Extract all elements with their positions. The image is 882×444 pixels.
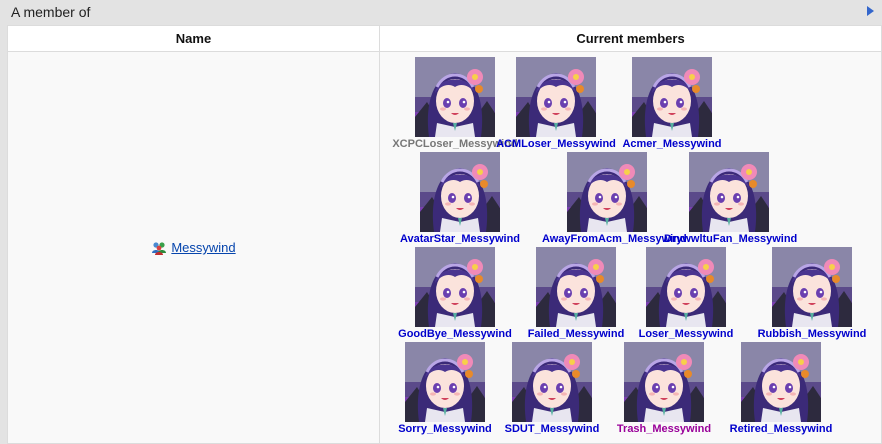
member-item: Loser_Messywind bbox=[621, 247, 751, 340]
member-avatar[interactable] bbox=[536, 247, 616, 327]
expand-arrow-icon[interactable] bbox=[864, 5, 876, 17]
column-header-current-members: Current members bbox=[379, 25, 882, 52]
member-avatar[interactable] bbox=[405, 342, 485, 422]
column-header-name: Name bbox=[7, 25, 380, 52]
member-name-link[interactable]: Rubbish_Messywind bbox=[747, 328, 877, 340]
member-item: DrywwltuFan_Messywind bbox=[664, 152, 797, 245]
member-item: Retired_Messywind bbox=[716, 342, 846, 435]
table-row: Messywind XCPCLoser_Messywind ACMLoser_Me… bbox=[7, 51, 882, 444]
panel-title: A member of bbox=[11, 4, 91, 20]
member-name-link[interactable]: AvatarStar_Messywind bbox=[395, 233, 525, 245]
member-avatar[interactable] bbox=[420, 152, 500, 232]
member-name-link[interactable]: ACMLoser_Messywind bbox=[491, 138, 621, 150]
member-item: AvatarStar_Messywind bbox=[395, 152, 525, 245]
member-name-link[interactable]: GoodBye_Messywind bbox=[390, 328, 520, 340]
member-name-link[interactable]: Acmer_Messywind bbox=[607, 138, 737, 150]
member-name-link[interactable]: Loser_Messywind bbox=[621, 328, 751, 340]
member-item: Trash_Messywind bbox=[599, 342, 729, 435]
member-avatar[interactable] bbox=[516, 57, 596, 137]
panel-header: A member of bbox=[0, 0, 882, 24]
member-name-link[interactable]: AwayFromAcm_Messywind bbox=[542, 233, 687, 245]
member-avatar[interactable] bbox=[741, 342, 821, 422]
member-name-link[interactable]: Trash_Messywind bbox=[599, 423, 729, 435]
group-name-cell: Messywind bbox=[7, 51, 380, 444]
group-link-messywind[interactable]: Messywind bbox=[171, 240, 235, 255]
member-name-link[interactable]: Retired_Messywind bbox=[716, 423, 846, 435]
member-avatar[interactable] bbox=[772, 247, 852, 327]
member-avatar[interactable] bbox=[512, 342, 592, 422]
member-avatar[interactable] bbox=[689, 152, 769, 232]
member-name-link[interactable]: DrywwltuFan_Messywind bbox=[664, 233, 797, 245]
member-of-panel: A member of Name Current members Messywi… bbox=[0, 0, 882, 444]
member-avatar[interactable] bbox=[624, 342, 704, 422]
member-name-link[interactable]: SDUT_Messywind bbox=[487, 423, 617, 435]
group-icon bbox=[152, 242, 167, 255]
member-item: SDUT_Messywind bbox=[487, 342, 617, 435]
current-members-cell: XCPCLoser_Messywind ACMLoser_Messywind Acm… bbox=[379, 51, 882, 444]
member-avatar[interactable] bbox=[415, 247, 495, 327]
member-item: Rubbish_Messywind bbox=[747, 247, 877, 340]
member-avatar[interactable] bbox=[415, 57, 495, 137]
member-avatar[interactable] bbox=[567, 152, 647, 232]
member-item: AwayFromAcm_Messywind bbox=[542, 152, 687, 245]
member-avatar[interactable] bbox=[632, 57, 712, 137]
table-header-row: Name Current members bbox=[7, 25, 882, 52]
member-item: Acmer_Messywind bbox=[607, 57, 737, 150]
member-item: GoodBye_Messywind bbox=[390, 247, 520, 340]
member-avatar[interactable] bbox=[646, 247, 726, 327]
members-table: Name Current members Messywind XCPCLoser… bbox=[7, 25, 882, 444]
member-item: ACMLoser_Messywind bbox=[491, 57, 621, 150]
